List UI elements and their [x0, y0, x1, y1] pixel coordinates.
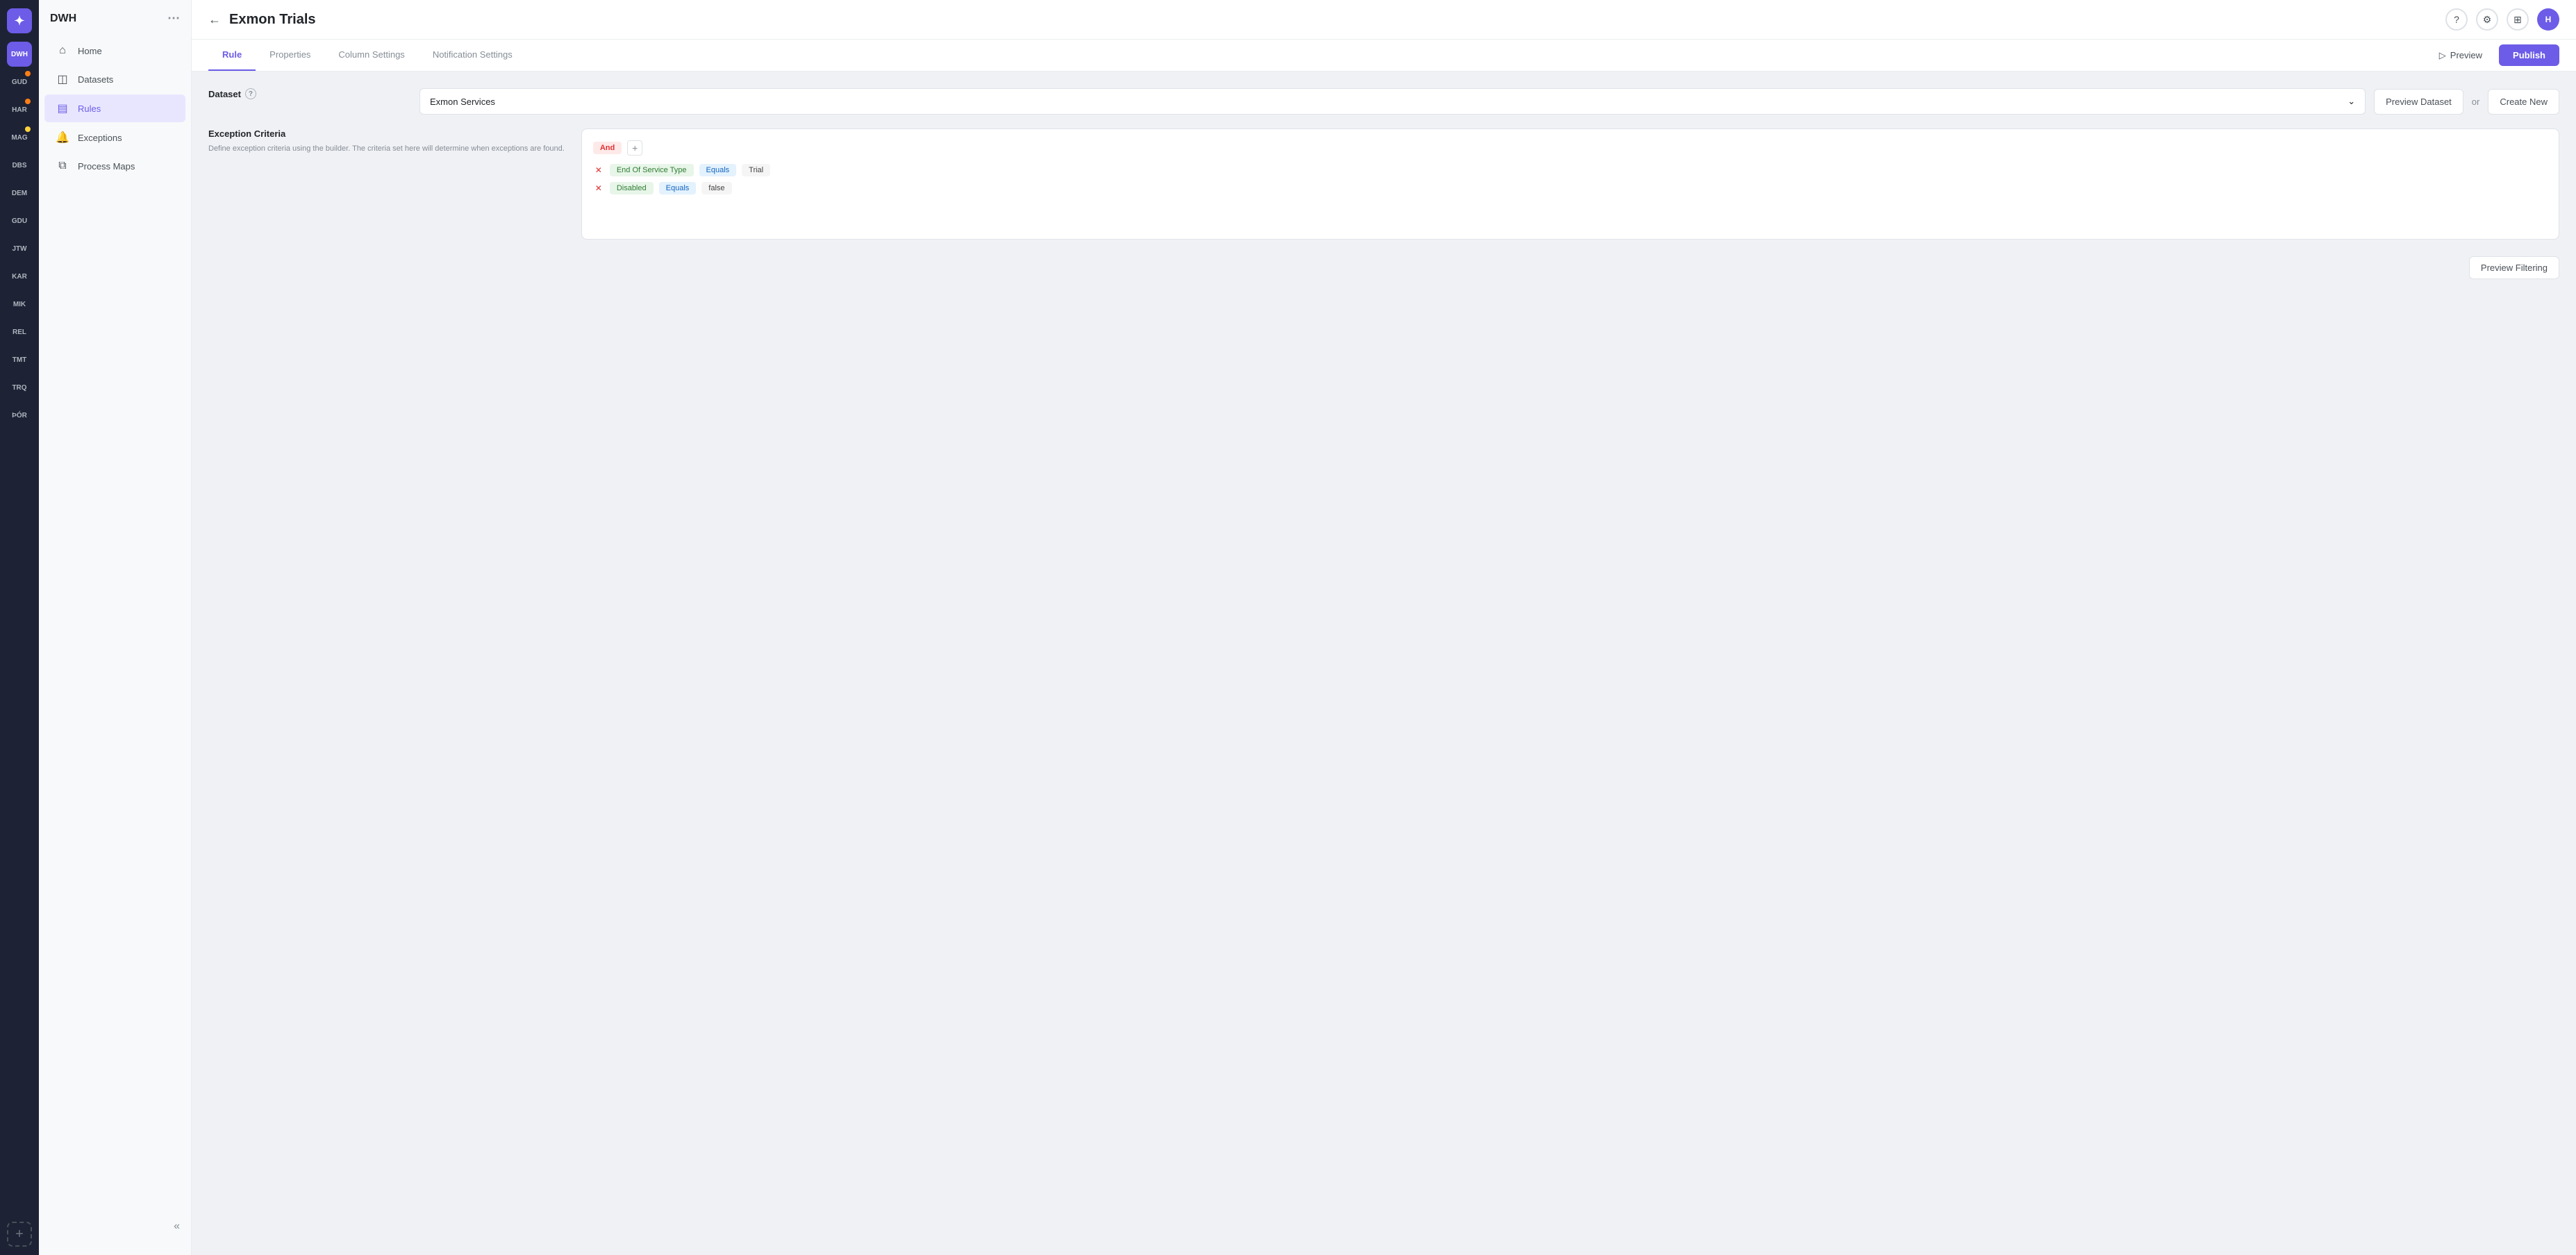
- preview-filtering-row: Preview Filtering: [208, 256, 2559, 279]
- workspace-gud[interactable]: GUD: [7, 69, 32, 94]
- workspace-thor[interactable]: ÞÓR: [7, 403, 32, 428]
- dataset-help-icon[interactable]: ?: [245, 88, 256, 99]
- exception-criteria-title: Exception Criteria: [208, 128, 565, 139]
- workspace-icon-bar: ✦ DWH GUD HAR MAG DBS DEM GDU JTW KAR MI…: [0, 0, 39, 1255]
- main-content: ← Exmon Trials ? ⚙ ⊞ H Rule Properties C…: [192, 0, 2576, 1255]
- preview-button[interactable]: ▷ Preview: [2431, 46, 2491, 65]
- add-workspace-button[interactable]: +: [7, 1222, 32, 1247]
- add-condition-button[interactable]: +: [627, 140, 642, 156]
- grid-button[interactable]: ⊞: [2507, 8, 2529, 31]
- condition-1-field[interactable]: End Of Service Type: [610, 164, 694, 176]
- workspace-dem[interactable]: DEM: [7, 181, 32, 206]
- condition-1-value[interactable]: Trial: [742, 164, 770, 176]
- back-button[interactable]: ←: [208, 13, 221, 27]
- sidebar-item-process-maps[interactable]: ⧉ Process Maps: [44, 153, 185, 179]
- sidebar-footer: «: [39, 1209, 191, 1244]
- app-logo[interactable]: ✦: [7, 8, 32, 33]
- preview-dataset-button[interactable]: Preview Dataset: [2374, 89, 2463, 115]
- builder-header: And +: [593, 140, 2548, 156]
- datasets-icon: ◫: [56, 72, 69, 86]
- workspace-dwh[interactable]: DWH: [7, 42, 32, 67]
- exception-label-col: Exception Criteria Define exception crit…: [208, 128, 565, 155]
- exception-criteria-desc: Define exception criteria using the buil…: [208, 143, 565, 155]
- exception-builder: And + ✕ End Of Service Type Equals Trial…: [581, 128, 2559, 240]
- condition-2-field[interactable]: Disabled: [610, 182, 654, 194]
- process-maps-icon: ⧉: [56, 160, 69, 172]
- remove-condition-1-button[interactable]: ✕: [593, 165, 604, 175]
- workspace-jtw[interactable]: JTW: [7, 236, 32, 261]
- sidebar-collapse-button[interactable]: «: [174, 1220, 180, 1233]
- tab-bar: Rule Properties Column Settings Notifica…: [192, 40, 2576, 72]
- workspace-mik[interactable]: MIK: [7, 292, 32, 317]
- chevron-down-icon: ⌄: [2348, 96, 2355, 107]
- workspace-gdu[interactable]: GDU: [7, 208, 32, 233]
- workspace-mag[interactable]: MAG: [7, 125, 32, 150]
- tab-rule[interactable]: Rule: [208, 40, 256, 71]
- publish-button[interactable]: Publish: [2499, 44, 2559, 66]
- workspace-trq[interactable]: TRQ: [7, 375, 32, 400]
- tabs: Rule Properties Column Settings Notifica…: [208, 40, 526, 71]
- workspace-dbs[interactable]: DBS: [7, 153, 32, 178]
- sidebar-item-label: Rules: [78, 103, 101, 114]
- gear-icon: ⚙: [2483, 14, 2492, 26]
- top-header: ← Exmon Trials ? ⚙ ⊞ H: [192, 0, 2576, 40]
- dataset-label: Dataset: [208, 89, 241, 99]
- avatar[interactable]: H: [2537, 8, 2559, 31]
- tab-column-settings[interactable]: Column Settings: [324, 40, 418, 71]
- sidebar-item-label: Exceptions: [78, 133, 122, 143]
- dataset-select-wrapper: Exmon Services ⌄: [419, 88, 2366, 115]
- sidebar-menu-button[interactable]: ⋯: [167, 11, 180, 26]
- dataset-label-col: Dataset ?: [208, 88, 403, 99]
- tab-actions: ▷ Preview Publish: [2431, 44, 2559, 66]
- condition-1-operator[interactable]: Equals: [699, 164, 737, 176]
- workspace-har[interactable]: HAR: [7, 97, 32, 122]
- preview-filtering-button[interactable]: Preview Filtering: [2469, 256, 2559, 279]
- workspace-tmt[interactable]: TMT: [7, 347, 32, 372]
- or-separator: or: [2472, 97, 2480, 107]
- sidebar-item-datasets[interactable]: ◫ Datasets: [44, 65, 185, 93]
- sidebar-title: DWH: [50, 13, 76, 25]
- help-icon: ?: [2454, 14, 2459, 25]
- condition-row: ✕ Disabled Equals false: [593, 182, 2548, 194]
- sidebar-item-label: Home: [78, 46, 102, 56]
- sidebar-item-exceptions[interactable]: 🔔 Exceptions: [44, 124, 185, 151]
- exception-criteria-section: Exception Criteria Define exception crit…: [208, 128, 2559, 240]
- help-button[interactable]: ?: [2445, 8, 2468, 31]
- sidebar-item-label: Datasets: [78, 74, 113, 85]
- exceptions-icon: 🔔: [56, 131, 69, 144]
- sidebar-item-rules[interactable]: ▤ Rules: [44, 94, 185, 122]
- grid-icon: ⊞: [2513, 14, 2522, 26]
- rules-icon: ▤: [56, 101, 69, 115]
- dataset-content: Exmon Services ⌄ Preview Dataset or Crea…: [419, 88, 2559, 115]
- dataset-selected-value: Exmon Services: [430, 97, 495, 107]
- condition-2-value[interactable]: false: [701, 182, 731, 194]
- settings-button[interactable]: ⚙: [2476, 8, 2498, 31]
- condition-row: ✕ End Of Service Type Equals Trial: [593, 164, 2548, 176]
- sidebar: DWH ⋯ ⌂ Home ◫ Datasets ▤ Rules 🔔 Except…: [39, 0, 192, 1255]
- and-badge: And: [593, 142, 622, 154]
- home-icon: ⌂: [56, 44, 69, 57]
- page-title: Exmon Trials: [229, 12, 316, 28]
- sidebar-item-home[interactable]: ⌂ Home: [44, 38, 185, 64]
- tab-properties[interactable]: Properties: [256, 40, 324, 71]
- condition-2-operator[interactable]: Equals: [659, 182, 697, 194]
- title-area: ← Exmon Trials: [208, 12, 316, 28]
- play-icon: ▷: [2439, 50, 2446, 61]
- dataset-section: Dataset ? Exmon Services ⌄ Preview Datas…: [208, 88, 2559, 115]
- dataset-row: Exmon Services ⌄ Preview Dataset or Crea…: [419, 88, 2559, 115]
- create-new-button[interactable]: Create New: [2488, 89, 2559, 115]
- sidebar-app-name: DWH ⋯: [39, 11, 191, 37]
- tab-notification-settings[interactable]: Notification Settings: [419, 40, 526, 71]
- remove-condition-2-button[interactable]: ✕: [593, 183, 604, 193]
- workspace-kar[interactable]: KAR: [7, 264, 32, 289]
- rule-content: Dataset ? Exmon Services ⌄ Preview Datas…: [192, 72, 2576, 1255]
- preview-label: Preview: [2450, 50, 2482, 60]
- question-icon: ?: [249, 90, 253, 98]
- dataset-select[interactable]: Exmon Services ⌄: [419, 88, 2366, 115]
- header-right-icons: ? ⚙ ⊞ H: [2445, 8, 2559, 31]
- workspace-rel[interactable]: REL: [7, 319, 32, 344]
- sidebar-item-label: Process Maps: [78, 161, 135, 172]
